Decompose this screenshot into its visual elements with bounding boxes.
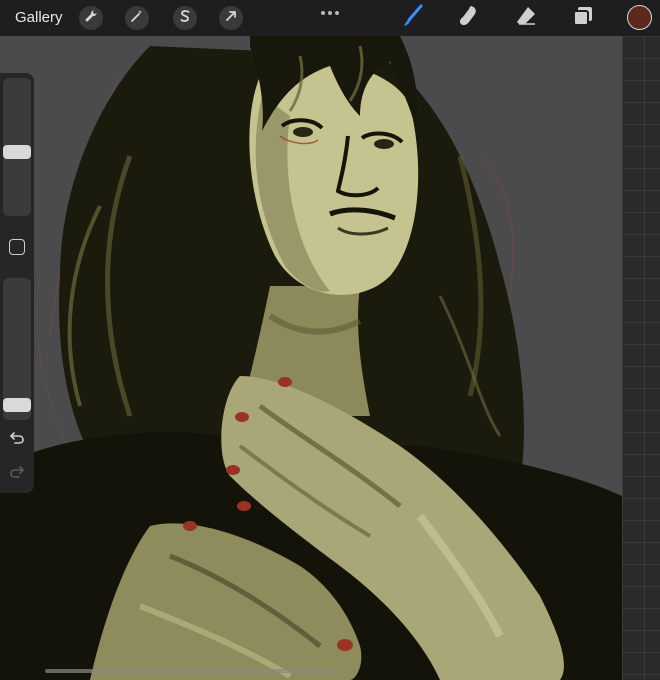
brush-icon: [401, 4, 425, 33]
opacity-thumb[interactable]: [3, 398, 31, 413]
wrench-icon: [84, 9, 98, 28]
undo-icon: [9, 430, 25, 451]
eraser-tool-button[interactable]: [513, 6, 539, 30]
smudge-icon: [457, 4, 481, 33]
more-button[interactable]: [319, 5, 341, 15]
cursor-arrow-icon: [224, 9, 238, 28]
top-toolbar: Gallery: [0, 0, 660, 36]
color-picker-button[interactable]: [627, 5, 652, 30]
selection-s-icon: [178, 9, 192, 28]
redo-button[interactable]: [7, 464, 27, 484]
ellipsis-icon: [319, 5, 341, 22]
home-indicator: [45, 669, 335, 673]
smudge-tool-button[interactable]: [456, 4, 482, 33]
redo-icon: [9, 464, 25, 485]
layers-button[interactable]: [570, 6, 596, 30]
actions-button[interactable]: [79, 6, 103, 30]
procreate-app: Gallery: [0, 0, 660, 680]
transform-button[interactable]: [219, 6, 243, 30]
undo-button[interactable]: [7, 430, 27, 450]
brush-tool-button[interactable]: [400, 4, 426, 33]
magic-wand-icon: [130, 9, 144, 28]
adjustments-button[interactable]: [125, 6, 149, 30]
eraser-icon: [514, 4, 538, 33]
left-sidebar: [0, 73, 34, 493]
brush-size-thumb[interactable]: [3, 144, 31, 159]
gallery-button[interactable]: Gallery: [15, 8, 63, 28]
modify-button[interactable]: [9, 239, 25, 255]
drawing-canvas[interactable]: [0, 36, 622, 680]
artwork: [0, 36, 622, 680]
offcanvas-grid: [622, 36, 660, 680]
layers-icon: [571, 4, 595, 33]
selection-button[interactable]: [173, 6, 197, 30]
